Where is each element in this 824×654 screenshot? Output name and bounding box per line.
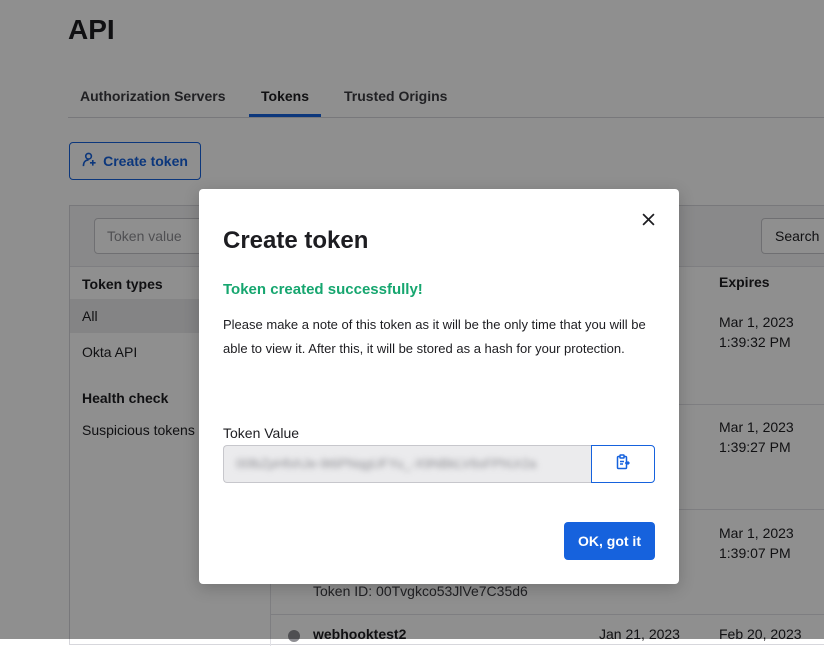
dialog-title: Create token	[223, 227, 369, 254]
token-note: Please make a note of this token as it w…	[223, 317, 646, 356]
token-value-label: Token Value	[223, 425, 300, 441]
token-value-text: 00lbZpHfxhJe-9t6PNqgUFYu_-X9NBkLV6sFPhUr…	[236, 456, 537, 471]
close-icon	[641, 213, 655, 231]
close-button[interactable]	[637, 211, 659, 233]
ok-button[interactable]: OK, got it	[564, 522, 655, 560]
token-value-field[interactable]: 00lbZpHfxhJe-9t6PNqgUFYu_-X9NBkLV6sFPhUr…	[223, 445, 591, 483]
success-message: Token created successfully!	[223, 281, 423, 298]
copy-token-button[interactable]	[591, 445, 655, 483]
clipboard-icon	[616, 453, 631, 475]
create-token-dialog: Create token Token created successfully!…	[199, 189, 679, 584]
